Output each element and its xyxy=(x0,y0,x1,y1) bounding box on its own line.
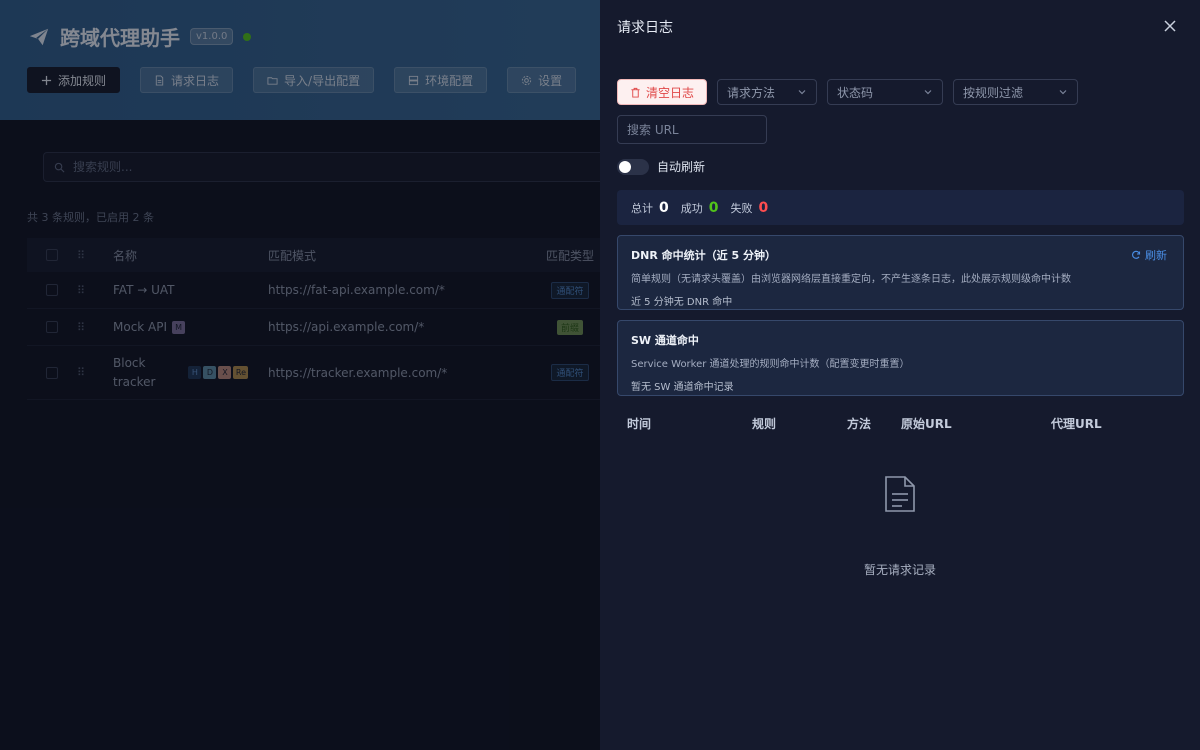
chevron-down-icon xyxy=(1059,90,1067,95)
stat-success-label: 成功 xyxy=(680,201,703,215)
log-filters: 清空日志 请求方法 状态码 按规则过滤 xyxy=(617,79,1078,105)
col-rule: 规则 xyxy=(752,417,777,431)
auto-refresh-toggle[interactable] xyxy=(617,158,649,175)
close-icon[interactable] xyxy=(1162,18,1178,34)
stat-total-label: 总计 xyxy=(631,201,653,215)
toggle-knob xyxy=(619,160,631,173)
chevron-down-icon xyxy=(798,90,806,95)
sw-card-note: 暂无 SW 通道命中记录 xyxy=(631,382,734,393)
drawer-title: 请求日志 xyxy=(617,20,673,36)
col-time: 时间 xyxy=(627,417,652,431)
empty-log-text: 暂无请求记录 xyxy=(863,563,936,577)
url-search-input[interactable] xyxy=(617,115,767,144)
sw-card-desc: Service Worker 通道处理的规则命中计数（配置变更时重置） xyxy=(631,359,910,370)
dnr-card-title: DNR 命中统计（近 5 分钟） xyxy=(631,249,776,262)
stat-total: 总计 0 xyxy=(631,200,669,216)
rule-filter-select[interactable]: 按规则过滤 xyxy=(953,79,1078,105)
stat-success: 成功 0 xyxy=(681,200,719,216)
auto-refresh-label: 自动刷新 xyxy=(657,160,706,174)
trash-icon xyxy=(631,87,640,98)
col-method: 方法 xyxy=(847,417,872,431)
sw-card-title: SW 通道命中 xyxy=(631,334,699,347)
log-table-header: 时间 规则 方法 原始URL 代理URL xyxy=(617,412,1184,434)
stat-fail-label: 失败 xyxy=(730,201,753,215)
stat-fail: 失败 0 xyxy=(731,200,769,216)
request-log-drawer: 请求日志 清空日志 请求方法 状态码 按规则过滤 自动刷新 总计 0 成功 xyxy=(600,0,1200,750)
refresh-icon xyxy=(1132,250,1141,259)
method-select-value: 请求方法 xyxy=(727,85,776,100)
clear-log-button[interactable]: 清空日志 xyxy=(617,79,707,105)
dnr-card-note: 近 5 分钟无 DNR 命中 xyxy=(631,297,733,308)
clear-log-label: 清空日志 xyxy=(645,85,694,100)
dnr-refresh-label: 刷新 xyxy=(1145,249,1167,262)
stat-success-value: 0 xyxy=(708,199,719,216)
dnr-refresh-button[interactable]: 刷新 xyxy=(1131,247,1167,263)
stat-fail-value: 0 xyxy=(758,199,769,216)
dnr-card-desc: 简单规则（无请求头覆盖）由浏览器网络层直接重定向，不产生逐条日志，此处展示规则级… xyxy=(631,274,1071,285)
log-stats: 总计 0 成功 0 失败 0 xyxy=(617,190,1184,225)
chevron-down-icon xyxy=(924,90,932,95)
col-proxy-url: 代理URL xyxy=(1051,417,1102,431)
auto-refresh-row: 自动刷新 xyxy=(617,158,705,175)
sw-channel-card: SW 通道命中 Service Worker 通道处理的规则命中计数（配置变更时… xyxy=(617,320,1184,396)
status-select[interactable]: 状态码 xyxy=(827,79,943,105)
stat-total-value: 0 xyxy=(659,199,669,216)
dnr-stats-card: DNR 命中统计（近 5 分钟） 刷新 简单规则（无请求头覆盖）由浏览器网络层直… xyxy=(617,235,1184,310)
method-select[interactable]: 请求方法 xyxy=(717,79,817,105)
status-select-value: 状态码 xyxy=(837,85,874,100)
col-original-url: 原始URL xyxy=(901,417,952,431)
empty-document-icon xyxy=(885,476,915,512)
rule-filter-value: 按规则过滤 xyxy=(963,85,1024,100)
